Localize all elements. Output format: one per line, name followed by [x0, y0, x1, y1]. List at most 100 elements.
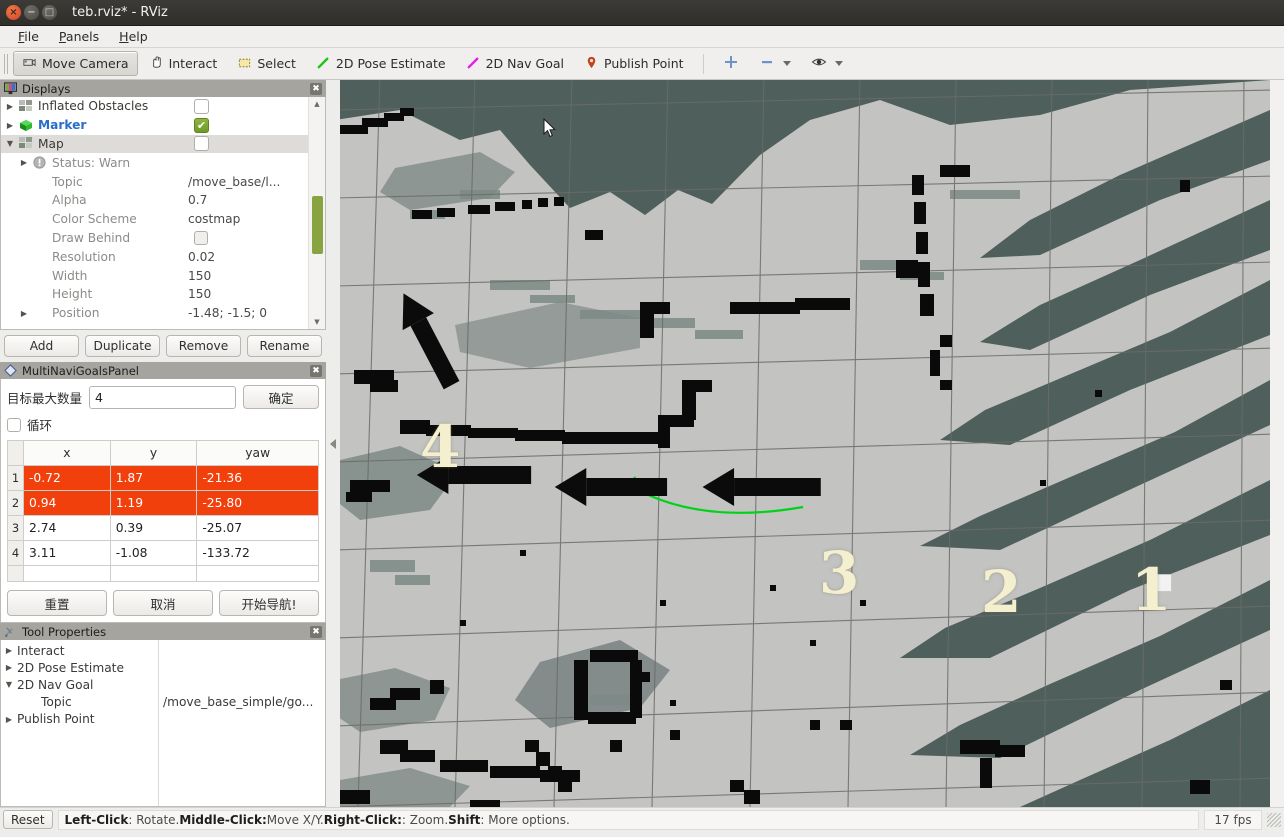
cell-yaw[interactable]: -25.07 — [196, 515, 319, 541]
expander-icon[interactable]: ▶ — [1, 663, 17, 672]
minimize-icon[interactable]: − — [24, 5, 39, 20]
display-value[interactable]: /move_base/l... — [188, 175, 308, 189]
remove-tool-button[interactable] — [750, 51, 800, 76]
render-viewport[interactable]: 1 2 3 4 — [340, 80, 1270, 807]
add-button[interactable]: Add — [4, 335, 79, 357]
left-splitter[interactable] — [326, 80, 340, 807]
scroll-up-icon[interactable]: ▲ — [309, 97, 325, 111]
expander-icon[interactable]: ▶ — [1, 715, 17, 724]
right-splitter[interactable] — [1270, 80, 1284, 807]
menu-help[interactable]: Help — [109, 27, 158, 46]
expander-icon[interactable]: ▼ — [1, 139, 19, 148]
scrollbar-track[interactable] — [309, 111, 325, 315]
display-row-width[interactable]: Width 150 — [1, 266, 308, 285]
collapse-left-icon[interactable] — [330, 438, 336, 449]
map-canvas[interactable]: 1 2 3 4 — [340, 80, 1270, 807]
expander-icon[interactable]: ▶ — [15, 158, 33, 167]
cell-y[interactable]: 1.19 — [109, 490, 198, 516]
displays-tree: ▶ Inflated Obstacles ▶ Marker ✔ ▼ Map ▶ … — [1, 97, 325, 329]
table-row[interactable]: 1 -0.72 1.87 -21.36 — [7, 465, 319, 491]
display-enable-checkbox[interactable] — [190, 117, 308, 133]
tool-prop-row-topic[interactable]: Topic — [1, 694, 158, 711]
cell-x[interactable]: 2.74 — [23, 515, 111, 541]
cell-x[interactable]: -0.72 — [23, 465, 111, 491]
display-value[interactable]: costmap — [188, 212, 308, 226]
tool-2d-nav-goal[interactable]: 2D Nav Goal — [457, 51, 573, 76]
menu-file[interactable]: FFileile — [8, 27, 49, 46]
display-enable-checkbox[interactable] — [190, 136, 308, 152]
display-row-position[interactable]: ▶ Position -1.48; -1.5; 0 — [1, 304, 308, 323]
col-header-y[interactable]: y — [109, 440, 198, 466]
reset-goals-button[interactable]: 重置 — [7, 590, 107, 616]
cell-y[interactable]: 1.87 — [109, 465, 198, 491]
chevron-down-icon[interactable] — [782, 61, 791, 66]
multi-navi-goals-titlebar: MultiNaviGoalsPanel ✖ — [0, 362, 326, 379]
display-row-draw-behind[interactable]: Draw Behind — [1, 229, 308, 248]
tool-publish-point[interactable]: Publish Point — [575, 51, 693, 76]
displays-scrollbar[interactable]: ▲ ▼ — [308, 97, 325, 329]
tool-2d-pose-estimate[interactable]: 2D Pose Estimate — [307, 51, 455, 76]
resize-grip-icon[interactable] — [1267, 812, 1281, 827]
cell-yaw[interactable]: -133.72 — [196, 540, 319, 566]
toolbar-grip[interactable] — [4, 53, 9, 74]
start-navigation-button[interactable]: 开始导航! — [219, 590, 319, 616]
tool-prop-label: Topic — [41, 695, 72, 710]
col-header-yaw[interactable]: yaw — [196, 440, 319, 466]
display-row-color-scheme[interactable]: Color Scheme costmap — [1, 210, 308, 229]
cell-yaw[interactable]: -25.80 — [196, 490, 319, 516]
maximize-icon[interactable]: □ — [42, 5, 57, 20]
tool-select[interactable]: Select — [228, 51, 305, 76]
reset-button[interactable]: Reset — [3, 810, 53, 829]
tool-interact[interactable]: Interact — [140, 51, 227, 76]
table-row[interactable]: 3 2.74 0.39 -25.07 — [7, 515, 319, 541]
expander-icon[interactable]: ▶ — [15, 309, 33, 318]
scrollbar-thumb[interactable] — [312, 196, 323, 254]
expander-icon[interactable]: ▶ — [1, 121, 19, 130]
display-row-inflated-obstacles[interactable]: ▶ Inflated Obstacles — [1, 97, 308, 116]
tool-properties-close-icon[interactable]: ✖ — [310, 625, 322, 638]
draw-behind-checkbox[interactable] — [190, 230, 308, 245]
cell-y[interactable]: -1.08 — [109, 540, 198, 566]
rename-button[interactable]: Rename — [247, 335, 322, 357]
cell-x[interactable]: 0.94 — [23, 490, 111, 516]
display-row-marker[interactable]: ▶ Marker — [1, 116, 308, 135]
display-enable-checkbox[interactable] — [190, 98, 308, 114]
remove-button[interactable]: Remove — [166, 335, 241, 357]
multi-navi-goals-close-icon[interactable]: ✖ — [310, 364, 322, 377]
cell-y[interactable]: 0.39 — [109, 515, 198, 541]
cell-x[interactable]: 3.11 — [23, 540, 111, 566]
expander-icon[interactable]: ▶ — [1, 646, 17, 655]
menu-panels[interactable]: Panels — [49, 27, 109, 46]
cell-yaw[interactable]: -21.36 — [196, 465, 319, 491]
display-row-topic[interactable]: Topic /move_base/l... — [1, 172, 308, 191]
max-goals-input[interactable]: 4 — [89, 385, 236, 409]
scroll-down-icon[interactable]: ▼ — [309, 315, 325, 329]
tool-prop-row-2d-pose-estimate[interactable]: ▶ 2D Pose Estimate — [1, 659, 158, 676]
table-row[interactable]: 4 3.11 -1.08 -133.72 — [7, 540, 319, 566]
cancel-goals-button[interactable]: 取消 — [113, 590, 213, 616]
chevron-down-icon[interactable] — [834, 61, 843, 66]
tool-move-camera[interactable]: Move Camera — [13, 51, 138, 76]
views-button[interactable] — [802, 51, 852, 76]
add-tool-button[interactable] — [714, 51, 748, 76]
col-header-x[interactable]: x — [23, 440, 111, 466]
close-icon[interactable]: × — [6, 5, 21, 20]
confirm-button[interactable]: 确定 — [243, 385, 319, 409]
expander-icon[interactable]: ▼ — [1, 680, 17, 689]
display-row-status[interactable]: ▶ Status: Warn — [1, 153, 308, 172]
displays-close-icon[interactable]: ✖ — [310, 82, 322, 95]
tool-prop-row-interact[interactable]: ▶ Interact — [1, 642, 158, 659]
cycle-checkbox[interactable] — [7, 417, 21, 432]
display-row-resolution[interactable]: Resolution 0.02 — [1, 247, 308, 266]
table-row[interactable]: 2 0.94 1.19 -25.80 — [7, 490, 319, 516]
tool-prop-row-2d-nav-goal[interactable]: ▼ 2D Nav Goal — [1, 676, 158, 693]
cycle-checkbox-row[interactable]: 循环 — [7, 415, 319, 434]
tool-prop-value-topic[interactable]: /move_base_simple/go... — [159, 694, 325, 711]
expander-icon[interactable]: ▶ — [1, 102, 19, 111]
display-value[interactable]: 0.7 — [188, 193, 308, 207]
display-row-height[interactable]: Height 150 — [1, 285, 308, 304]
display-row-alpha[interactable]: Alpha 0.7 — [1, 191, 308, 210]
tool-prop-row-publish-point[interactable]: ▶ Publish Point — [1, 711, 158, 728]
duplicate-button[interactable]: Duplicate — [85, 335, 160, 357]
display-row-map[interactable]: ▼ Map — [1, 134, 308, 154]
